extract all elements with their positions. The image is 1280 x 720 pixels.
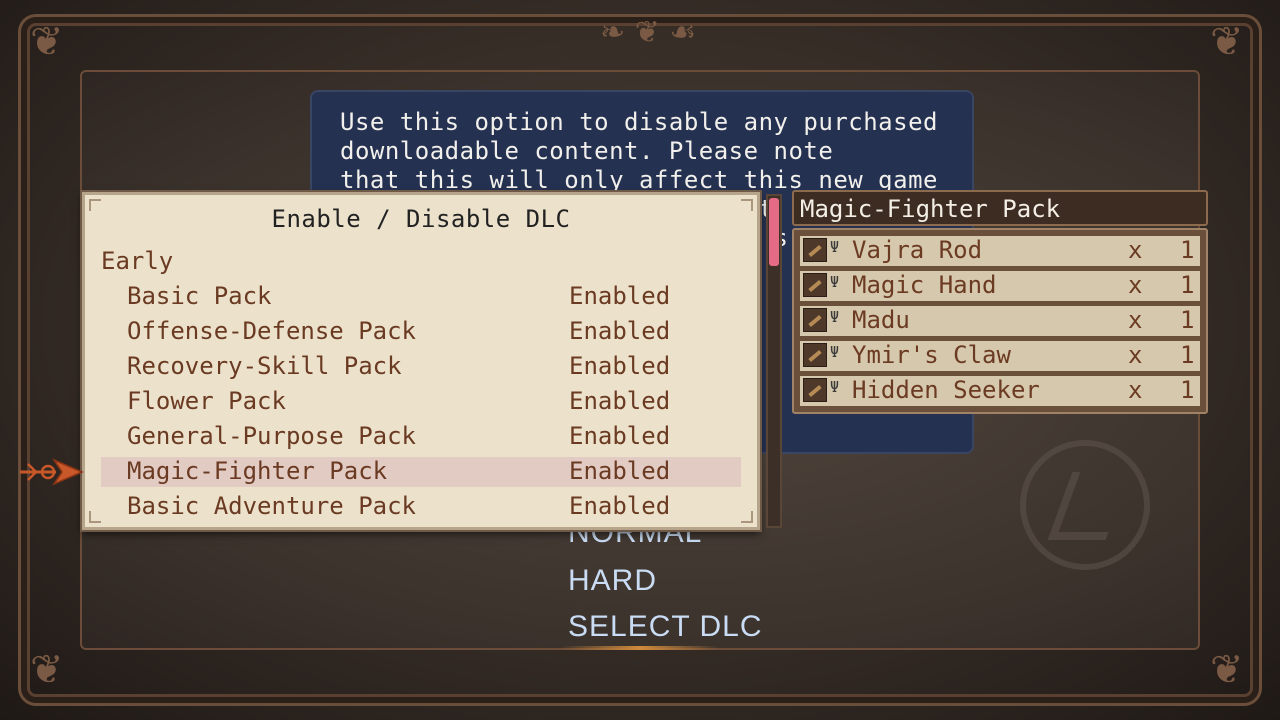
- weapon-type-icon: Ψ: [830, 378, 840, 396]
- dlc-window-title: Enable / Disable DLC: [271, 205, 571, 233]
- dlc-pack-name: Recovery-Skill Pack: [127, 352, 402, 380]
- item-x: x: [1128, 341, 1143, 369]
- item-panel-header: Magic-Fighter Pack: [792, 190, 1208, 226]
- select-dlc-option[interactable]: SELECT DLC: [568, 610, 763, 644]
- item-quantity: 1: [1180, 271, 1195, 299]
- item-quantity: 1: [1180, 306, 1195, 334]
- dlc-row-basic-pack[interactable]: Basic Pack Enabled: [101, 282, 741, 312]
- dlc-row-offense-defense-pack[interactable]: Offense-Defense Pack Enabled: [101, 317, 741, 347]
- dlc-row-general-purpose-pack[interactable]: General-Purpose Pack Enabled: [101, 422, 741, 452]
- item-x: x: [1128, 306, 1143, 334]
- dlc-pack-name: Basic Adventure Pack: [127, 492, 416, 520]
- dlc-row-magic-fighter-pack[interactable]: Magic-Fighter Pack Enabled: [101, 457, 741, 487]
- rod-icon: [803, 238, 827, 262]
- item-panel-title: Magic-Fighter Pack: [800, 195, 1061, 223]
- item-x: x: [1128, 271, 1143, 299]
- item-name: Madu: [852, 306, 910, 334]
- dlc-scrollbar-thumb[interactable]: [769, 198, 779, 266]
- weapon-type-icon: Ψ: [830, 343, 840, 361]
- item-quantity: 1: [1180, 236, 1195, 264]
- ornament-top-right-icon: ❦: [1210, 19, 1244, 65]
- select-dlc-highlight: [560, 646, 720, 650]
- dlc-pack-name: Magic-Fighter Pack: [127, 457, 388, 485]
- item-quantity: 1: [1180, 341, 1195, 369]
- dlc-row-flower-pack[interactable]: Flower Pack Enabled: [101, 387, 741, 417]
- dlc-pack-status: Enabled: [569, 457, 671, 485]
- dlc-section-label: Early: [101, 247, 174, 275]
- dlc-pack-status: Enabled: [569, 317, 671, 345]
- dlc-pack-status: Enabled: [569, 282, 671, 310]
- item-name: Ymir's Claw: [852, 341, 1011, 369]
- item-row-hidden-seeker: Ψ Hidden Seeker x 1: [800, 376, 1200, 406]
- item-x: x: [1128, 376, 1143, 404]
- dlc-scrollbar[interactable]: [766, 194, 782, 528]
- dlc-pack-status: Enabled: [569, 492, 671, 520]
- dlc-pack-name: Basic Pack: [127, 282, 272, 310]
- dlc-pack-name: Flower Pack: [127, 387, 286, 415]
- ornament-top-center-icon: ❧ ❦ ☙: [600, 15, 697, 50]
- gauntlet-icon: [803, 273, 827, 297]
- item-x: x: [1128, 236, 1143, 264]
- dlc-row-basic-adventure-pack[interactable]: Basic Adventure Pack Enabled: [101, 492, 741, 522]
- dlc-pack-status: Enabled: [569, 422, 671, 450]
- item-name: Vajra Rod: [852, 236, 983, 264]
- weapon-type-icon: Ψ: [830, 308, 840, 326]
- dlc-window: Enable / Disable DLC Early Basic Pack En…: [82, 192, 760, 530]
- item-quantity: 1: [1180, 376, 1195, 404]
- item-row-madu: Ψ Madu x 1: [800, 306, 1200, 336]
- dlc-row-recovery-skill-pack[interactable]: Recovery-Skill Pack Enabled: [101, 352, 741, 382]
- difficulty-hard-option[interactable]: HARD: [568, 564, 657, 598]
- seeker-icon: [803, 378, 827, 402]
- dlc-pack-name: General-Purpose Pack: [127, 422, 416, 450]
- item-name: Hidden Seeker: [852, 376, 1040, 404]
- corner-br: [741, 511, 753, 523]
- dlc-pack-name: Offense-Defense Pack: [127, 317, 416, 345]
- corner-bl: [89, 511, 101, 523]
- weapon-type-icon: Ψ: [830, 238, 840, 256]
- item-row-magic-hand: Ψ Magic Hand x 1: [800, 271, 1200, 301]
- selection-cursor-icon: [20, 458, 84, 486]
- item-name: Magic Hand: [852, 271, 997, 299]
- item-list: Ψ Vajra Rod x 1 Ψ Magic Hand x 1 Ψ Madu …: [792, 228, 1208, 414]
- background-emblem-icon: [1020, 440, 1150, 570]
- weapon-type-icon: Ψ: [830, 273, 840, 291]
- dlc-pack-status: Enabled: [569, 352, 671, 380]
- dlc-pack-status: Enabled: [569, 387, 671, 415]
- ornament-bottom-left-icon: ❦: [30, 647, 64, 693]
- madu-icon: [803, 308, 827, 332]
- ornament-bottom-right-icon: ❦: [1210, 647, 1244, 693]
- claw-icon: [803, 343, 827, 367]
- ornament-top-left-icon: ❦: [30, 19, 64, 65]
- item-row-ymirs-claw: Ψ Ymir's Claw x 1: [800, 341, 1200, 371]
- item-row-vajra-rod: Ψ Vajra Rod x 1: [800, 236, 1200, 266]
